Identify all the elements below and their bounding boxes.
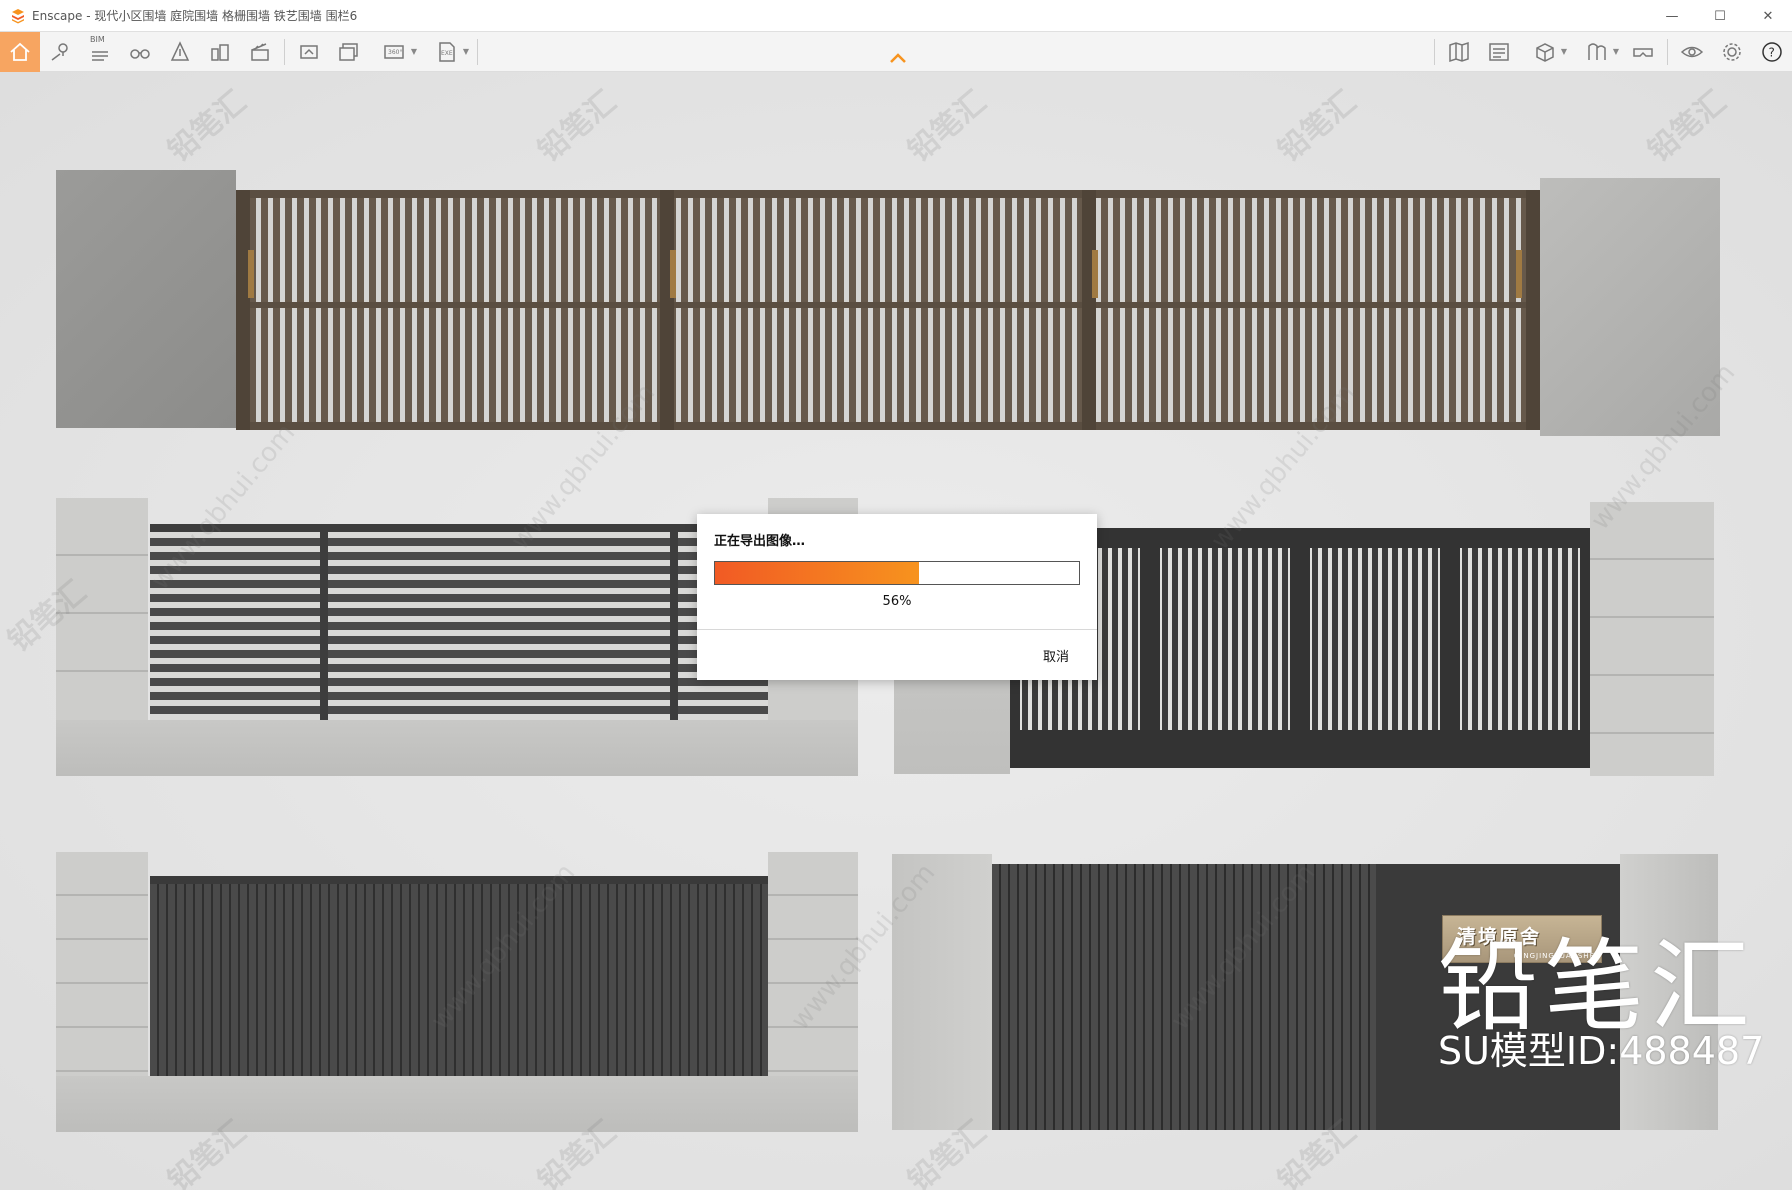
location-pin-icon (51, 43, 68, 61)
bronze-slat-fence (236, 190, 1540, 430)
compass-icon (170, 41, 190, 61)
visual-settings-button[interactable] (1672, 32, 1712, 72)
svg-text:EXE: EXE (441, 50, 453, 57)
collapse-toolbar-chevron-icon[interactable] (888, 50, 908, 66)
window-controls: — ☐ ✕ (1648, 0, 1792, 32)
progress-bar (714, 561, 1080, 585)
walk-mode-button[interactable] (120, 32, 160, 72)
close-button[interactable]: ✕ (1744, 0, 1792, 32)
stone-pillar-right (1540, 178, 1720, 436)
title-bar: Enscape - 现代小区围墙 庭院围墙 格栅围墙 铁艺围墙 围栏6 — ☐ … (0, 0, 1792, 32)
chevron-down-icon: ▼ (1612, 47, 1619, 56)
home-button[interactable] (0, 32, 40, 72)
binoculars-icon (130, 49, 150, 59)
material-editor-button[interactable]: ▼ (1571, 32, 1623, 72)
toolbar-separator (1667, 39, 1668, 65)
watermark-text: 铅笔汇 (161, 84, 253, 170)
site-context-button[interactable] (200, 32, 240, 72)
dialog-divider (697, 629, 1097, 630)
concrete-pillar (892, 854, 992, 1130)
settings-gear-icon (1723, 43, 1741, 61)
chevron-down-icon: ▼ (462, 47, 469, 56)
dialog-title: 正在导出图像… (714, 534, 806, 549)
progress-bar-fill (715, 562, 919, 584)
chevron-down-icon: ▼ (410, 47, 417, 56)
screenshot-button[interactable] (289, 32, 329, 72)
panorama-button[interactable]: 360° ▼ (369, 32, 421, 72)
watermark-text: 铅笔汇 (1641, 84, 1733, 170)
toolbar-separator (1434, 39, 1435, 65)
watermark-text: 铅笔汇 (1271, 84, 1363, 170)
material-icon (1588, 43, 1606, 60)
views-button[interactable] (40, 32, 80, 72)
clapper-icon (251, 43, 269, 61)
toolbar-separator (477, 39, 478, 65)
settings-button[interactable] (1712, 32, 1752, 72)
svg-text:?: ? (1769, 46, 1775, 60)
concrete-base-wall (56, 720, 858, 776)
concrete-base-wall (56, 1076, 858, 1132)
map-button[interactable] (1439, 32, 1479, 72)
model-id-label: SU模型ID:488487 (1438, 1029, 1765, 1073)
window-title: Enscape - 现代小区围墙 庭院围墙 格栅围墙 铁艺围墙 围栏6 (32, 9, 358, 23)
export-progress-dialog: 正在导出图像… 56% 取消 (697, 514, 1097, 680)
home-icon (10, 42, 30, 61)
batch-render-icon (339, 43, 358, 61)
vr-headset-button[interactable] (1623, 32, 1663, 72)
maximize-button[interactable]: ☐ (1696, 0, 1744, 32)
stone-pillar-left (56, 170, 236, 428)
enscape-logo-icon (12, 8, 24, 23)
progress-percent: 56% (882, 594, 912, 609)
toolbar-separator (284, 39, 285, 65)
asset-library-icon (1489, 43, 1509, 61)
view-mode-button[interactable]: ▼ (1519, 32, 1571, 72)
vr-headset-icon (1633, 48, 1653, 57)
help-icon: ? (1762, 42, 1782, 62)
map-icon (1449, 41, 1469, 63)
panorama-360-icon: 360° (384, 45, 404, 59)
bim-button[interactable]: BIM (80, 32, 120, 72)
concrete-pillar (1590, 502, 1714, 776)
exe-export-icon: EXE (439, 42, 455, 62)
minimize-button[interactable]: — (1648, 0, 1696, 32)
buildings-icon (211, 44, 229, 61)
compass-button[interactable] (160, 32, 200, 72)
batch-render-button[interactable] (329, 32, 369, 72)
cube-view-icon (1536, 43, 1554, 62)
bim-label: BIM (90, 35, 105, 44)
export-exe-button[interactable]: EXE ▼ (421, 32, 473, 72)
visibility-icon (1680, 46, 1704, 58)
svg-text:360°: 360° (388, 49, 402, 56)
screenshot-icon (300, 45, 318, 59)
horizontal-slat-fence (150, 524, 768, 720)
cancel-button[interactable]: 取消 (1043, 646, 1069, 665)
help-button[interactable]: ? (1752, 32, 1792, 72)
dark-vertical-slat-fence (150, 876, 768, 1076)
video-editor-button[interactable] (240, 32, 280, 72)
chevron-down-icon: ▼ (1560, 47, 1567, 56)
watermark-text: 铅笔汇 (901, 84, 993, 170)
asset-library-button[interactable] (1479, 32, 1519, 72)
vertical-slat-gate (1010, 528, 1590, 768)
watermark-text: 铅笔汇 (531, 84, 623, 170)
